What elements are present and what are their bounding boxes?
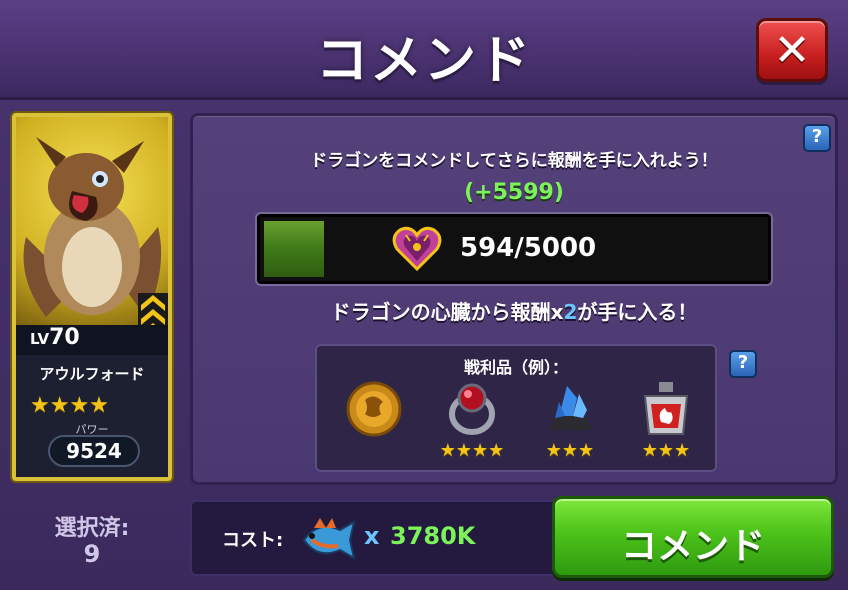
loot-help-icon[interactable]: ? — [729, 350, 757, 378]
loot-label: 戦利品（例）： — [463, 358, 568, 377]
close-icon: ✕ — [773, 25, 811, 76]
cost-multiplier: x — [364, 522, 380, 550]
command-button[interactable]: コメンド — [552, 496, 834, 578]
selected-label: 選択済: — [54, 516, 130, 541]
progress-text: 594/5000 — [460, 233, 597, 263]
loot-item-medallion[interactable] — [331, 380, 417, 468]
loot-item-ring[interactable]: ★★★★ — [429, 380, 515, 468]
cost-label: コスト: — [222, 530, 284, 551]
potion-flask-icon — [643, 382, 689, 435]
hero-name: アウルフォード — [39, 365, 145, 383]
progress-fill — [264, 221, 324, 277]
command-button-label: コメンド — [620, 526, 765, 567]
page-title: コメンド — [315, 31, 532, 91]
power-value: 9524 — [48, 435, 140, 467]
level-row: LV70 — [16, 325, 168, 355]
loot-item-flask[interactable]: ★★★ — [623, 380, 709, 468]
close-button[interactable]: ✕ — [756, 18, 828, 82]
heart-reward-description: ドラゴンの心臓から報酬x2が手に入る！ — [330, 300, 698, 324]
cost-value: 3780K — [390, 522, 476, 550]
header-bar: コメンド ✕ — [0, 0, 848, 100]
hero-stars: ★★★★ — [30, 393, 109, 418]
crystal-ore-icon — [549, 386, 593, 430]
dragon-heart-icon — [392, 226, 442, 272]
loot-item-crystal[interactable]: ★★★ — [527, 380, 613, 468]
hero-level: LV70 — [30, 325, 80, 350]
gold-medallion-icon — [346, 381, 402, 437]
fish-icon — [302, 518, 356, 560]
hero-card[interactable]: LV70 アウルフォード ★★★★ パワー 9524 — [12, 113, 172, 481]
cost-bar: コスト: x 3780K — [190, 500, 570, 576]
heart-progress-bar: 594/5000 — [257, 214, 771, 284]
command-panel: ? ドラゴンをコメンドしてさらに報酬を手に入れよう！ (+5599) 594/5… — [190, 113, 838, 485]
command-description: ドラゴンをコメンドしてさらに報酬を手に入れよう！ — [310, 151, 718, 171]
loot-box: 戦利品（例）： ★★★★ ★★★ ★★★ — [315, 344, 717, 472]
selected-count: 9 — [83, 540, 101, 568]
ruby-ring-icon — [449, 383, 495, 435]
bonus-value: (+5599) — [464, 180, 564, 205]
